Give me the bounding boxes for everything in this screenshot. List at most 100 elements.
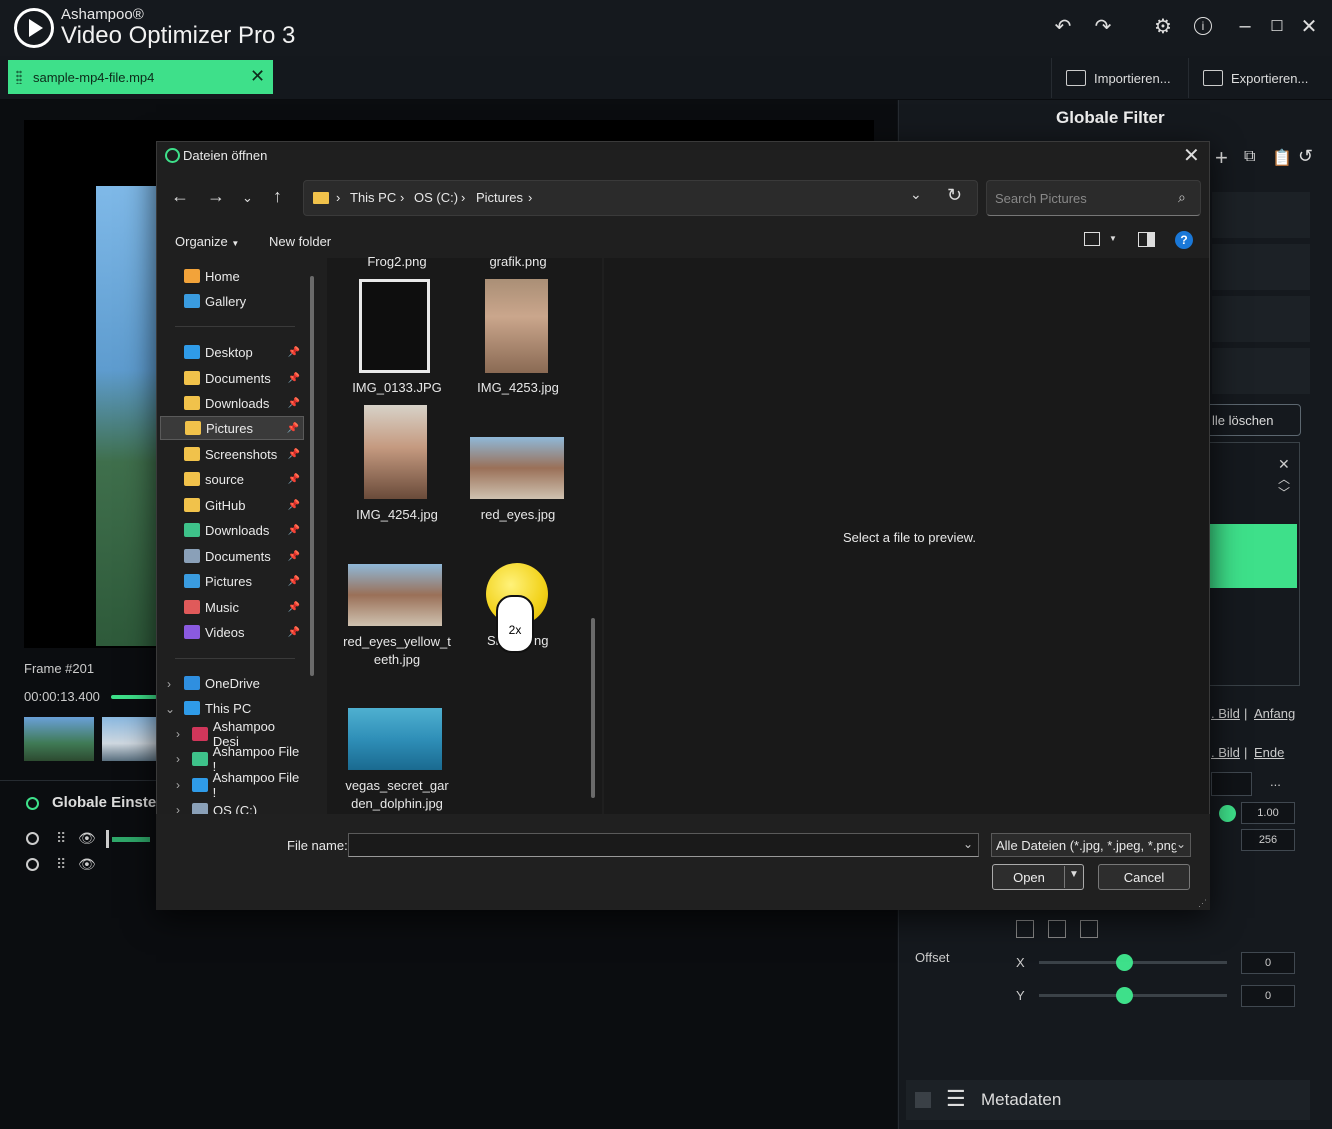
pin-icon[interactable]: 📌 [288,373,300,384]
more-button[interactable]: ... [1270,774,1281,789]
filter-row[interactable] [1212,348,1310,394]
expand-chevron-icon[interactable]: › [176,727,180,741]
info-icon[interactable]: i [1186,10,1220,42]
resize-grip-icon[interactable]: ⋰ [1198,898,1207,909]
file-thumbnail[interactable] [348,708,442,770]
checkbox[interactable] [915,1092,931,1108]
sidebar-item-music[interactable]: Music 📌 [160,595,304,619]
pin-icon[interactable]: 📌 [288,398,300,409]
filter-row[interactable] [1212,244,1310,290]
pin-icon[interactable]: 📌 [288,449,300,460]
y-slider[interactable] [1039,994,1227,997]
sidebar-item-documents[interactable]: Documents 📌 [160,544,304,568]
copy-icon[interactable]: ⧉ [1244,148,1255,166]
chevron-down-icon[interactable]: ﹀ [1278,484,1290,501]
selected-filter-item[interactable] [1210,524,1297,588]
file-label[interactable]: red_eyes_yellow_t [342,633,452,650]
file-label[interactable]: Frog2.png [342,253,452,270]
drag-handle-icon[interactable]: ⠿ [56,830,66,847]
close-tab-icon[interactable]: ✕ [250,66,265,87]
sidebar-item-pictures[interactable]: Pictures 📌 [160,416,304,440]
timeline-thumbnail[interactable] [102,717,156,761]
drag-grip-icon[interactable] [16,70,22,84]
pin-icon[interactable]: 📌 [288,551,300,562]
export-button[interactable]: Exportieren... [1188,58,1332,98]
view-mode-icon[interactable] [1084,232,1100,246]
sidebar-item-ashampoo-desi[interactable]: Ashampoo Desi › [160,719,304,749]
radio-icon[interactable] [26,832,39,845]
sidebar-item-ashampoo-file[interactable]: Ashampoo File ! › [160,744,304,774]
eye-icon[interactable]: 👁 [78,856,96,873]
search-icon[interactable]: ⌕ [1178,189,1186,206]
help-icon[interactable]: ? [1175,231,1193,249]
expand-chevron-icon[interactable]: › [176,752,180,766]
radio-icon[interactable] [26,797,39,810]
x-slider[interactable] [1039,961,1227,964]
file-label[interactable]: red_eyes.jpg [463,506,573,523]
file-thumbnail[interactable] [485,279,548,373]
file-label-line2[interactable]: eeth.jpg [342,651,452,668]
back-arrow-icon[interactable]: ← [171,186,189,207]
radio-icon[interactable] [26,858,39,871]
file-list-scrollbar[interactable] [591,618,595,798]
address-dropdown-icon[interactable]: ⌄ [910,186,922,203]
undo-icon[interactable]: ↶ [1046,10,1080,42]
close-app-icon[interactable]: ✕ [1292,10,1326,42]
redo-icon[interactable]: ↷ [1086,10,1120,42]
refresh-icon[interactable]: ↻ [947,185,962,206]
sidebar-scrollbar[interactable] [310,276,314,676]
sidebar-item-ashampoo-file[interactable]: Ashampoo File ! › [160,770,304,800]
view-dropdown-icon[interactable]: ▼ [1109,234,1117,243]
pin-icon[interactable]: 📌 [288,500,300,511]
end-link[interactable]: Ende [1254,745,1284,760]
align-right-icon[interactable] [1080,920,1098,938]
sidebar-item-onedrive[interactable]: OneDrive [160,671,304,695]
sidebar-item-screenshots[interactable]: Screenshots 📌 [160,442,304,466]
settings-gear-icon[interactable]: ⚙ [1146,10,1180,42]
sidebar-item-downloads[interactable]: Downloads 📌 [160,391,304,415]
file-thumbnail[interactable] [470,437,564,499]
x-slider-knob[interactable] [1115,954,1133,971]
file-label[interactable]: IMG_4253.jpg [463,379,573,396]
minimize-icon[interactable]: – [1228,10,1262,42]
layer-bar[interactable] [112,837,150,842]
eye-icon[interactable]: 👁 [78,830,96,847]
value-field[interactable]: 1.00 [1241,802,1295,824]
recent-dropdown-icon[interactable]: ⌄ [242,190,253,206]
sidebar-item-videos[interactable]: Videos 📌 [160,620,304,644]
expand-chevron-icon[interactable]: › [167,677,171,691]
breadcrumb-pictures[interactable]: Pictures [476,190,523,205]
pin-icon[interactable]: 📌 [288,627,300,638]
file-label-end[interactable]: ng [534,633,548,648]
filter-row[interactable] [1212,192,1310,238]
x-value-field[interactable]: 0 [1241,952,1295,974]
expand-chevron-icon[interactable]: › [176,778,180,792]
pin-icon[interactable]: 📌 [288,474,300,485]
start-link[interactable]: Anfang [1254,706,1295,721]
slider-knob[interactable] [1219,805,1236,822]
close-dialog-icon[interactable]: ✕ [1183,143,1200,168]
metadata-section[interactable] [906,1080,1310,1120]
pin-icon[interactable]: 📌 [288,525,300,536]
value-field[interactable]: 256 [1241,829,1295,851]
search-input[interactable]: Search Pictures [986,180,1201,216]
timeline-thumbnail[interactable] [24,717,94,761]
file-tab[interactable]: sample-mp4-file.mp4 [8,60,273,94]
prev-frame-link[interactable]: . Bild [1211,706,1240,721]
forward-arrow-icon[interactable]: → [207,186,225,207]
sidebar-item-home[interactable]: Home [160,264,304,288]
pin-icon[interactable]: 📌 [288,347,300,358]
delete-all-button[interactable]: lle löschen [1205,404,1301,436]
file-type-select[interactable]: Alle Dateien (*.jpg, *.jpeg, *.png [991,833,1191,857]
import-button[interactable]: Importieren... [1051,58,1188,98]
align-left-icon[interactable] [1016,920,1034,938]
up-arrow-icon[interactable]: ↑ [273,186,282,207]
pin-icon[interactable]: 📌 [287,423,299,434]
file-name-input[interactable] [348,833,979,857]
file-label[interactable]: IMG_0133.JPG [342,379,452,396]
file-thumbnail[interactable] [359,279,430,373]
file-type-dropdown-icon[interactable]: ⌄ [1176,837,1187,851]
open-dropdown-icon[interactable]: ▼ [1069,869,1079,880]
cancel-button[interactable]: Cancel [1098,864,1190,890]
add-icon[interactable]: + [1215,145,1228,171]
